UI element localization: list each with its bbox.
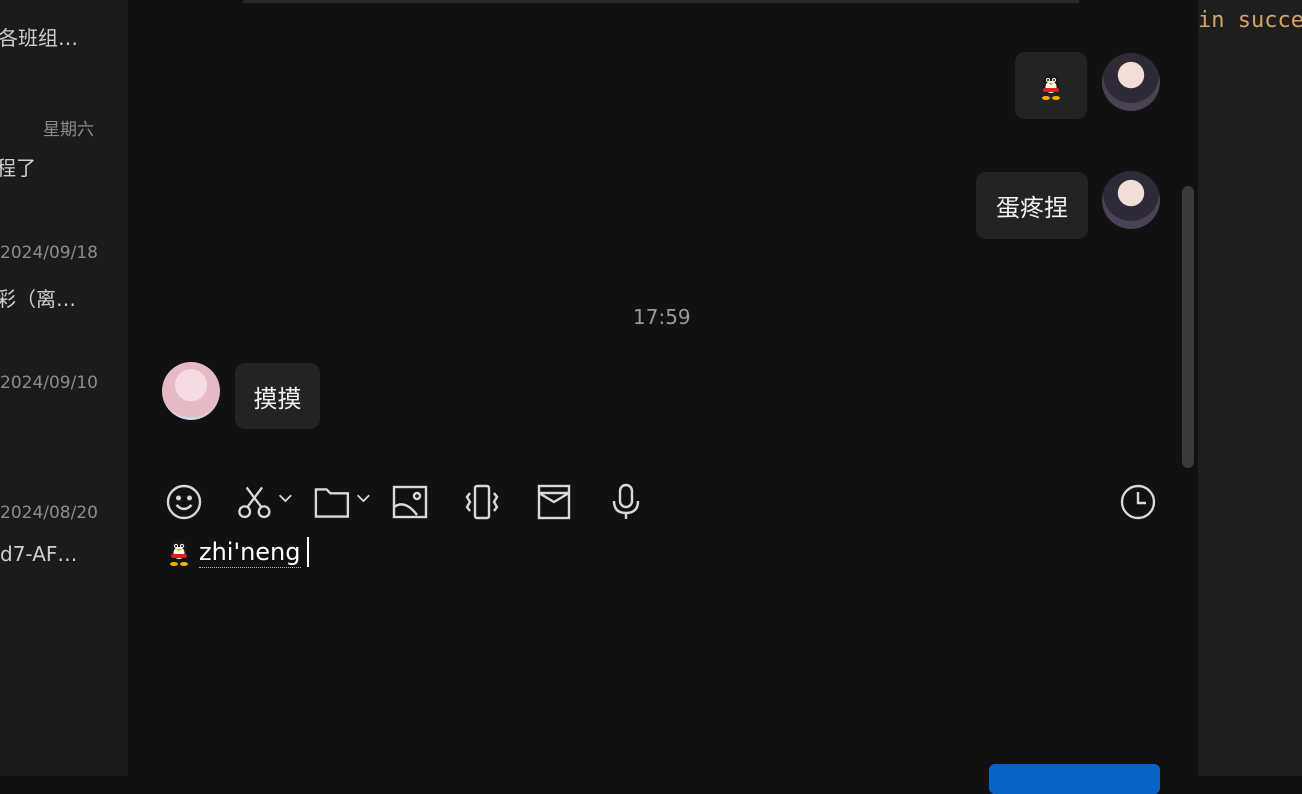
- peer-avatar[interactable]: [162, 362, 220, 420]
- conversation-date-2: 2024/09/18: [0, 243, 98, 263]
- conversation-date-4: 2024/08/20: [0, 503, 98, 523]
- microphone-icon[interactable]: [606, 482, 646, 522]
- message-bubble-sticker[interactable]: [1015, 52, 1087, 119]
- chat-panel: 蛋疼捏 17:59 摸摸 zhi'neng: [128, 0, 1198, 794]
- shake-icon[interactable]: [462, 482, 502, 522]
- code-editor-strip: in succe: [1198, 0, 1302, 776]
- qq-penguin-icon: [1042, 73, 1060, 100]
- chat-scrollbar[interactable]: [1182, 186, 1194, 468]
- text-caret: [306, 537, 309, 567]
- divider: [243, 0, 1079, 3]
- send-button[interactable]: [989, 764, 1160, 794]
- image-icon[interactable]: [390, 482, 430, 522]
- conversation-date-3: 2024/09/10: [0, 373, 98, 393]
- message-text: 摸摸: [253, 384, 302, 413]
- conversation-date-1: 星期六: [43, 120, 94, 140]
- self-avatar[interactable]: [1102, 53, 1160, 111]
- message-bubble-self[interactable]: 蛋疼捏: [976, 172, 1088, 239]
- conversation-preview-2[interactable]: 程了: [0, 152, 36, 181]
- message-time: 17:59: [633, 305, 691, 329]
- message-input[interactable]: zhi'neng: [165, 535, 309, 569]
- folder-icon[interactable]: [312, 482, 376, 522]
- red-packet-icon[interactable]: [534, 482, 574, 522]
- qq-penguin-icon: [170, 540, 188, 566]
- conversation-preview-1[interactable]: 各班组…: [0, 22, 78, 51]
- emoji-icon[interactable]: [164, 482, 204, 522]
- screenshot-scissors-icon[interactable]: [234, 482, 298, 522]
- conversation-list: 各班组… 星期六 程了 2024/09/18 彩（离… 2024/09/10 2…: [0, 0, 128, 776]
- message-bubble-peer[interactable]: 摸摸: [235, 363, 320, 429]
- message-text: 蛋疼捏: [996, 194, 1068, 222]
- conversation-preview-3[interactable]: 彩（离…: [0, 283, 76, 312]
- history-clock-icon[interactable]: [1118, 482, 1158, 522]
- composer-text: zhi'neng: [199, 537, 301, 568]
- conversation-preview-5[interactable]: d7-AF…: [0, 542, 77, 566]
- code-line: in succe: [1198, 8, 1302, 33]
- self-avatar[interactable]: [1102, 171, 1160, 229]
